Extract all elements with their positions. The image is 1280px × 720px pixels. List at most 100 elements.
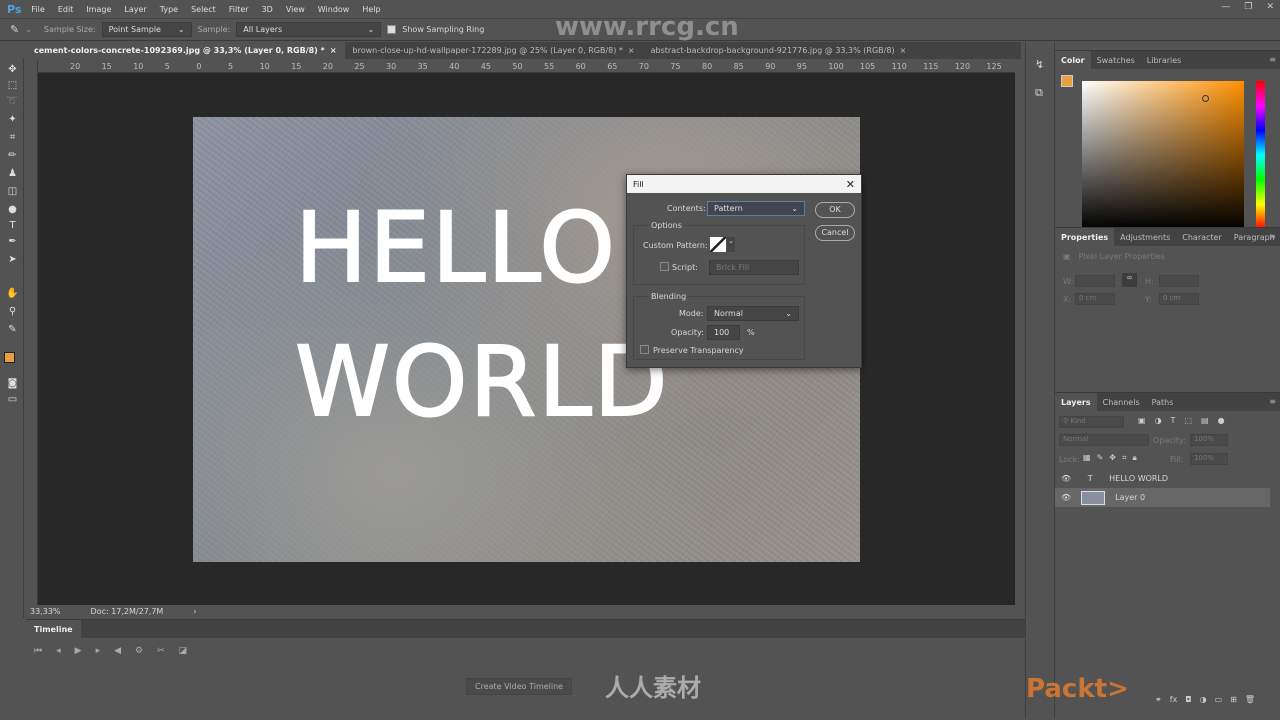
adjust-filter-icon[interactable]: ◑ bbox=[1155, 416, 1162, 425]
menu-edit[interactable]: Edit bbox=[58, 5, 74, 14]
minimize-icon[interactable]: — bbox=[1221, 2, 1230, 12]
dodge-tool-icon[interactable]: ● bbox=[6, 204, 19, 216]
tab-paths[interactable]: Paths bbox=[1146, 393, 1180, 411]
ok-button[interactable]: OK bbox=[815, 202, 855, 218]
eraser-tool-icon[interactable]: ◫ bbox=[6, 186, 19, 198]
pen-tool-icon[interactable]: ✒ bbox=[6, 236, 19, 248]
layer-filter-input[interactable]: ⚲ Kind bbox=[1059, 416, 1124, 428]
fx-icon[interactable]: fx bbox=[1170, 695, 1178, 704]
eyedropper-icon[interactable]: ✎ bbox=[10, 23, 19, 36]
prev-frame-icon[interactable]: ◂ bbox=[56, 646, 61, 656]
menu-select[interactable]: Select bbox=[191, 5, 216, 14]
panel-menu-icon[interactable]: ≡ bbox=[1269, 232, 1276, 241]
lock-brush-icon[interactable]: ✎ bbox=[1097, 453, 1104, 463]
brush-tool-icon[interactable]: ✏ bbox=[6, 150, 19, 162]
lock-all-icon[interactable]: 🔒︎ bbox=[1132, 453, 1136, 463]
magic-wand-icon[interactable]: ✦ bbox=[6, 114, 19, 126]
split-icon[interactable]: ✂ bbox=[157, 646, 165, 656]
contents-select[interactable]: Pattern ⌄ bbox=[707, 201, 805, 216]
mask-icon[interactable]: ◘ bbox=[1185, 695, 1191, 704]
menu-type[interactable]: Type bbox=[160, 5, 178, 14]
menu-3d[interactable]: 3D bbox=[262, 5, 273, 14]
menu-help[interactable]: Help bbox=[362, 5, 380, 14]
zoom-level[interactable]: 33,33% bbox=[30, 607, 61, 616]
settings-icon[interactable]: ⚙ bbox=[135, 646, 143, 656]
menu-file[interactable]: File bbox=[31, 5, 44, 14]
tab-libraries[interactable]: Libraries bbox=[1141, 51, 1188, 69]
opacity-field[interactable]: 100% bbox=[1190, 434, 1228, 446]
tab-layers[interactable]: Layers bbox=[1055, 393, 1097, 411]
tab-swatches[interactable]: Swatches bbox=[1091, 51, 1141, 69]
panel-menu-icon[interactable]: ≡ bbox=[1269, 55, 1276, 64]
menu-layer[interactable]: Layer bbox=[124, 5, 146, 14]
color-picker-field[interactable] bbox=[1082, 81, 1244, 229]
history-icon[interactable]: ↯ bbox=[1035, 58, 1044, 71]
restore-icon[interactable]: ❐ bbox=[1244, 2, 1252, 12]
visibility-eye-icon[interactable]: 👁︎ bbox=[1061, 493, 1071, 502]
crop-tool-icon[interactable]: ⌗ bbox=[6, 132, 19, 144]
menu-window[interactable]: Window bbox=[318, 5, 350, 14]
create-video-timeline-button[interactable]: Create Video Timeline bbox=[466, 678, 573, 695]
close-icon[interactable]: ✕ bbox=[1266, 2, 1274, 12]
close-tab-icon[interactable]: × bbox=[330, 46, 337, 55]
actions-icon[interactable]: ⧉ bbox=[1035, 86, 1043, 100]
pixel-filter-icon[interactable]: ▣ bbox=[1138, 416, 1146, 425]
panel-menu-icon[interactable]: ≡ bbox=[1269, 397, 1276, 406]
zoom-tool-icon[interactable]: ⚲ bbox=[6, 306, 19, 318]
close-tab-icon[interactable]: × bbox=[628, 46, 635, 55]
tab-character[interactable]: Character bbox=[1176, 228, 1228, 246]
tab-properties[interactable]: Properties bbox=[1055, 228, 1115, 246]
hue-slider[interactable] bbox=[1256, 81, 1265, 229]
pattern-dropdown-icon[interactable]: ⌄ bbox=[727, 237, 735, 252]
transition-icon[interactable]: ◪ bbox=[179, 646, 188, 656]
sample-size-select[interactable]: Point Sample ⌄ bbox=[101, 22, 192, 37]
close-tab-icon[interactable]: × bbox=[900, 46, 907, 55]
lock-artboard-icon[interactable]: ⌗ bbox=[1122, 453, 1127, 463]
mode-select[interactable]: Normal ⌄ bbox=[707, 306, 799, 321]
tab-color[interactable]: Color bbox=[1055, 51, 1091, 69]
link-layers-icon[interactable]: ⚭ bbox=[1155, 695, 1162, 704]
adjustment-icon[interactable]: ◑ bbox=[1200, 695, 1207, 704]
width-field[interactable] bbox=[1075, 275, 1115, 287]
move-tool-icon[interactable]: ✥ bbox=[6, 64, 19, 76]
preserve-transparency-checkbox[interactable] bbox=[640, 345, 649, 354]
height-field[interactable] bbox=[1159, 275, 1199, 287]
tab-cement[interactable]: cement-colors-concrete-1092369.jpg @ 33,… bbox=[26, 42, 345, 59]
x-field[interactable]: 0 cm bbox=[1075, 293, 1115, 305]
type-tool-icon[interactable]: T bbox=[6, 220, 19, 232]
link-icon[interactable]: ∞ bbox=[1122, 273, 1137, 287]
fill-field[interactable]: 100% bbox=[1190, 453, 1228, 465]
timeline-tab[interactable]: Timeline bbox=[26, 620, 81, 638]
trash-icon[interactable]: 🗑︎ bbox=[1245, 695, 1255, 704]
marquee-tool-icon[interactable]: ⬚ bbox=[6, 80, 19, 92]
hand-tool-icon[interactable]: ✋ bbox=[6, 288, 19, 300]
blend-mode-select[interactable]: Normal bbox=[1059, 434, 1149, 446]
menu-image[interactable]: Image bbox=[86, 5, 111, 14]
next-frame-icon[interactable]: ▸ bbox=[96, 646, 101, 656]
foreground-color-swatch[interactable] bbox=[4, 352, 15, 363]
lock-pixels-icon[interactable]: ▦ bbox=[1083, 453, 1091, 463]
smart-filter-icon[interactable]: ▤ bbox=[1201, 416, 1209, 425]
layer-row-text[interactable]: 👁︎ T HELLO WORLD bbox=[1055, 469, 1270, 488]
play-icon[interactable]: ▶ bbox=[75, 646, 82, 656]
cancel-button[interactable]: Cancel bbox=[815, 225, 855, 241]
type-filter-icon[interactable]: T bbox=[1171, 416, 1176, 425]
status-arrow-icon[interactable]: › bbox=[193, 607, 196, 616]
tab-channels[interactable]: Channels bbox=[1097, 393, 1146, 411]
visibility-eye-icon[interactable]: 👁︎ bbox=[1061, 474, 1071, 483]
menu-filter[interactable]: Filter bbox=[229, 5, 249, 14]
stamp-tool-icon[interactable]: ♟ bbox=[6, 168, 19, 180]
path-select-icon[interactable]: ➤ bbox=[6, 254, 19, 266]
close-icon[interactable]: ✕ bbox=[846, 178, 855, 191]
lasso-tool-icon[interactable]: ➰ bbox=[6, 96, 19, 108]
first-frame-icon[interactable]: ⏮ bbox=[34, 646, 42, 656]
pattern-swatch[interactable] bbox=[710, 237, 726, 252]
eyedropper-tool-icon[interactable]: ✎ bbox=[6, 324, 19, 336]
tab-brown[interactable]: brown-close-up-hd-wallpaper-172289.jpg @… bbox=[345, 42, 643, 59]
tab-adjustments[interactable]: Adjustments bbox=[1114, 228, 1176, 246]
audio-icon[interactable]: ◀ bbox=[114, 646, 121, 656]
layer-row-layer0[interactable]: 👁︎ Layer 0 bbox=[1055, 488, 1270, 507]
menu-view[interactable]: View bbox=[286, 5, 305, 14]
show-sampling-ring-checkbox[interactable] bbox=[387, 25, 397, 34]
screen-mode-icon[interactable]: ▭ bbox=[6, 394, 19, 406]
